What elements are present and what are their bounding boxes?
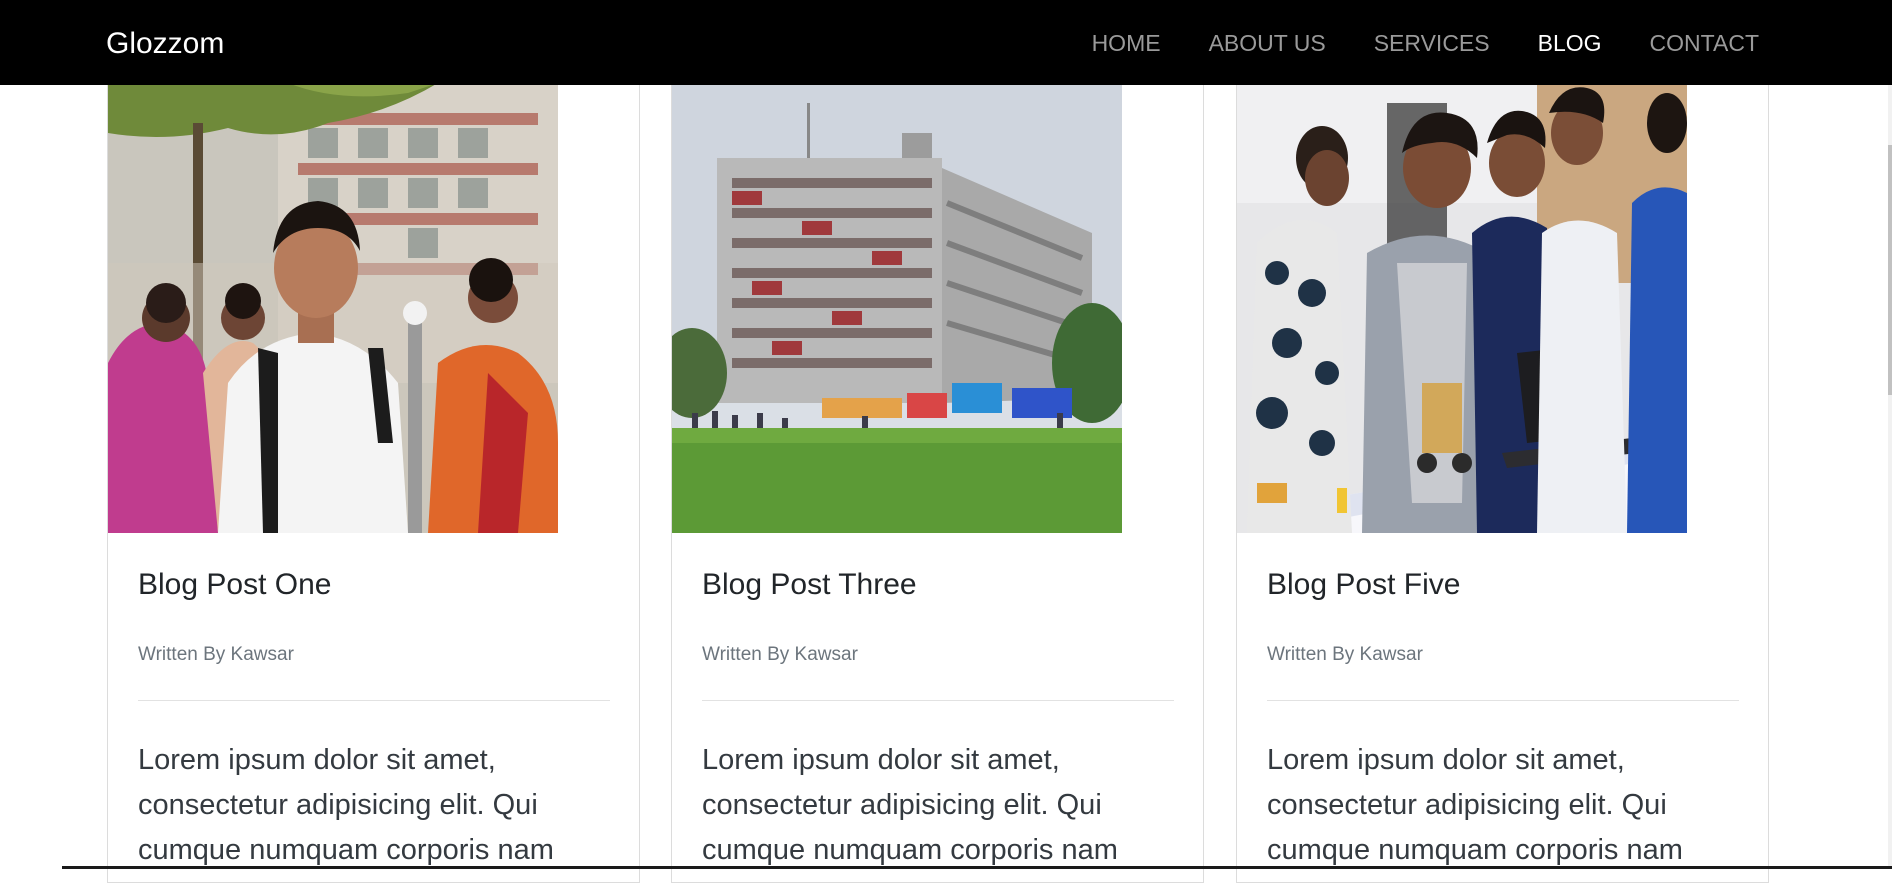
nav-links: HOME ABOUT US SERVICES BLOG CONTACT xyxy=(1044,0,1759,85)
scrollbar-thumb[interactable] xyxy=(1888,145,1892,395)
card-body: Lorem ipsum dolor sit amet, consectetur … xyxy=(138,744,554,866)
card-title[interactable]: Blog Post One xyxy=(138,565,331,605)
nav-link-services[interactable]: SERVICES xyxy=(1374,28,1490,58)
card-author: Written By Kawsar xyxy=(138,644,294,665)
card-body: Lorem ipsum dolor sit amet, consectetur … xyxy=(1267,744,1683,866)
card-body: Lorem ipsum dolor sit amet, consectetur … xyxy=(702,744,1118,866)
brand-logo[interactable]: Glozzom xyxy=(106,24,224,64)
blog-card[interactable]: Blog Post Five Written By Kawsar Lorem i… xyxy=(1236,83,1769,883)
blog-cards: Blog Post One Written By Kawsar Lorem ip… xyxy=(107,83,1772,883)
card-divider xyxy=(138,700,610,701)
nav-link-home[interactable]: HOME xyxy=(1092,28,1161,58)
card-title[interactable]: Blog Post Three xyxy=(702,565,917,605)
card-author: Written By Kawsar xyxy=(1267,644,1423,665)
nav-link-contact[interactable]: CONTACT xyxy=(1650,28,1759,58)
card-author: Written By Kawsar xyxy=(702,644,858,665)
students-robotics-lab-photo xyxy=(1237,83,1687,533)
vertical-scrollbar[interactable] xyxy=(1888,85,1892,869)
card-divider xyxy=(1267,700,1739,701)
student-with-backpack-photo xyxy=(108,83,558,533)
card-title[interactable]: Blog Post Five xyxy=(1267,565,1460,605)
navbar: Glozzom HOME ABOUT US SERVICES BLOG CONT… xyxy=(0,0,1892,85)
campus-building-photo xyxy=(672,83,1122,533)
blog-card[interactable]: Blog Post One Written By Kawsar Lorem ip… xyxy=(107,83,640,883)
blog-card[interactable]: Blog Post Three Written By Kawsar Lorem … xyxy=(671,83,1204,883)
card-divider xyxy=(702,700,1174,701)
nav-link-blog[interactable]: BLOG xyxy=(1538,28,1602,58)
nav-link-about-us[interactable]: ABOUT US xyxy=(1209,28,1326,58)
